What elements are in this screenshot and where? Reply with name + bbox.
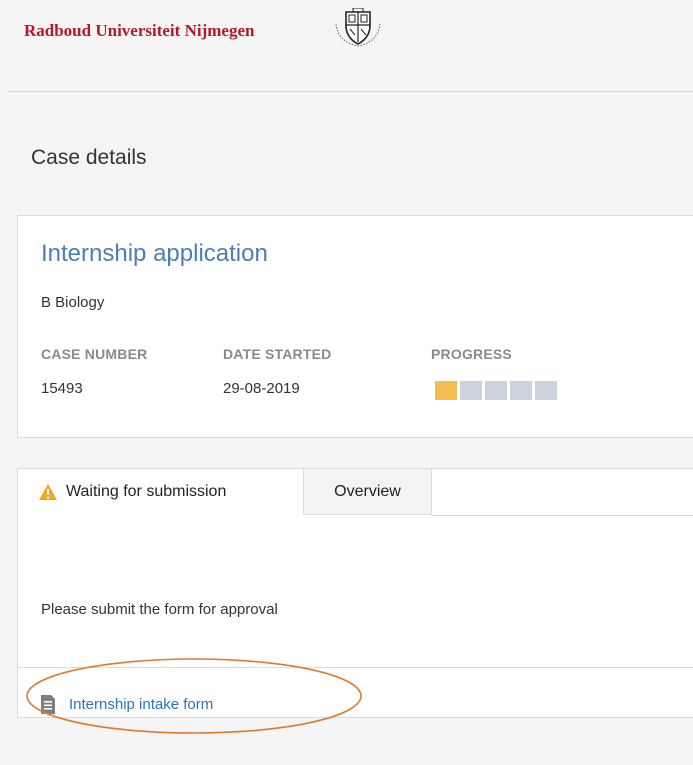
tab-label: Waiting for submission: [66, 482, 227, 500]
case-number-label: CASE NUMBER: [41, 346, 148, 362]
tab-strip-baseline: [432, 515, 693, 516]
tab-overview[interactable]: Overview: [304, 468, 432, 515]
warning-icon: [39, 483, 57, 500]
tab-strip: Waiting for submission Overview: [17, 468, 432, 517]
university-seal-icon: [335, 8, 381, 47]
university-name: Radboud Universiteit Nijmegen: [24, 21, 255, 40]
progress-segment: [510, 381, 532, 400]
progress-segment: [485, 381, 507, 400]
section-divider: [18, 667, 693, 668]
progress-segment: [460, 381, 482, 400]
case-title: Internship application: [41, 240, 268, 267]
page-title: Case details: [31, 146, 147, 169]
header-divider: [8, 91, 693, 92]
progress-segment: [535, 381, 557, 400]
task-panel: Waiting for submission Overview Please s…: [17, 468, 693, 718]
task-instruction: Please submit the form for approval: [41, 601, 278, 618]
internship-intake-form-link[interactable]: Internship intake form: [41, 695, 213, 714]
top-bar: Radboud Universiteit Nijmegen: [0, 0, 693, 90]
progress-bar: [435, 381, 557, 400]
progress-label: PROGRESS: [431, 346, 512, 362]
date-started-value: 29-08-2019: [223, 380, 300, 397]
date-started-label: DATE STARTED: [223, 346, 332, 362]
case-summary-card: Internship application B Biology CASE NU…: [17, 215, 693, 438]
tab-waiting-for-submission[interactable]: Waiting for submission: [17, 468, 304, 515]
form-link-label: Internship intake form: [69, 696, 214, 713]
document-icon: [41, 695, 55, 714]
case-department: B Biology: [41, 294, 105, 311]
case-number-value: 15493: [41, 380, 83, 397]
progress-segment: [435, 381, 457, 400]
tab-label: Overview: [334, 482, 401, 500]
